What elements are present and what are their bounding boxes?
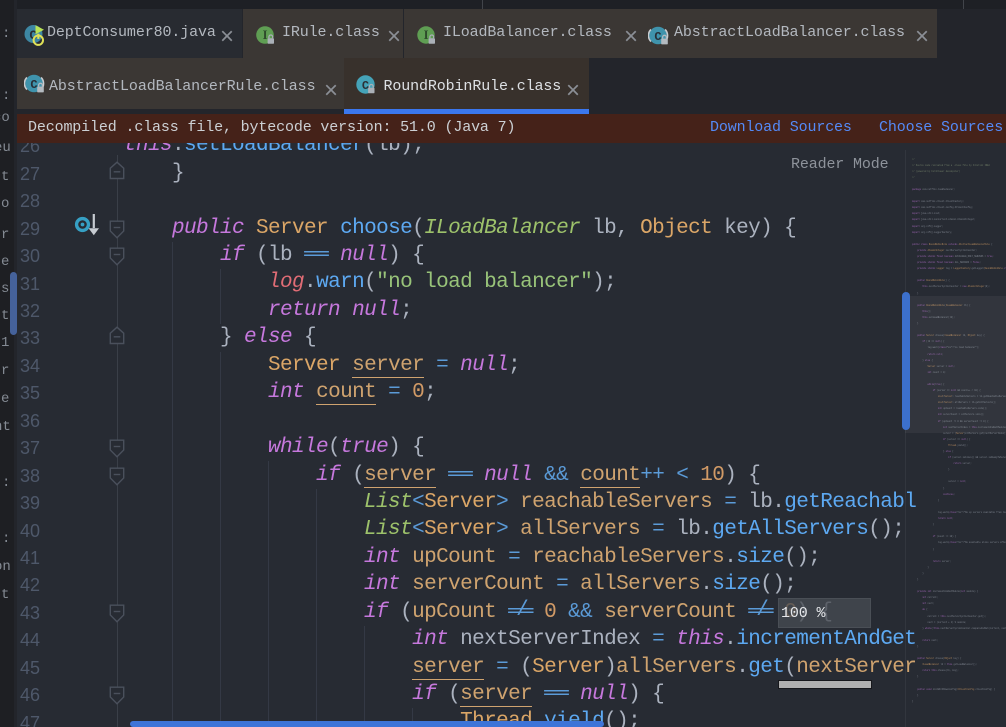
svg-text:I: I (424, 28, 429, 42)
svg-text:C: C (654, 30, 661, 44)
svg-text:C: C (362, 79, 369, 93)
svg-text:I: I (263, 28, 268, 42)
svg-text:C: C (30, 78, 37, 92)
